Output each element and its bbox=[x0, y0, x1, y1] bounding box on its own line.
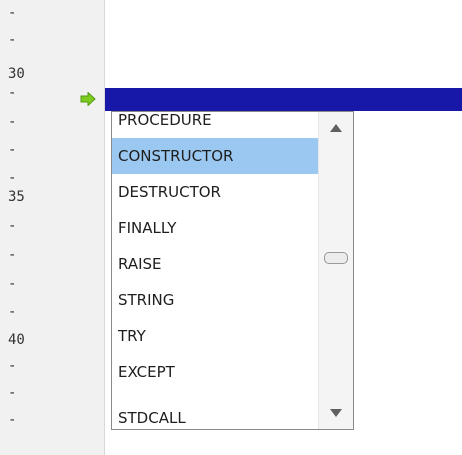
code-editor: - - 30 - - - - 35 - - - - 40 - - - PROCE… bbox=[0, 0, 462, 455]
gutter-marker: - bbox=[8, 412, 17, 428]
triangle-down-icon bbox=[330, 409, 342, 417]
completion-item-selected[interactable]: CONSTRUCTOR bbox=[112, 138, 318, 174]
triangle-up-icon bbox=[330, 124, 342, 132]
gutter-marker: - bbox=[8, 247, 17, 263]
gutter-marker: - bbox=[8, 114, 17, 130]
completion-item[interactable]: FINALLY bbox=[112, 210, 318, 246]
completion-item[interactable]: STDCALL bbox=[112, 400, 318, 429]
gutter-marker: - bbox=[8, 358, 17, 374]
gutter-marker: - bbox=[8, 5, 17, 21]
gutter-marker: - bbox=[8, 276, 17, 292]
scroll-up-button[interactable] bbox=[319, 112, 353, 142]
completion-item[interactable]: EXCEPT bbox=[112, 354, 318, 390]
line-number: 30 bbox=[8, 66, 25, 82]
line-number: 40 bbox=[8, 332, 25, 348]
scroll-down-button[interactable] bbox=[319, 399, 353, 429]
green-right-arrow-icon bbox=[80, 92, 96, 106]
line-number: 35 bbox=[8, 189, 25, 205]
completion-item[interactable]: STRING bbox=[112, 282, 318, 318]
completion-item[interactable]: DESTRUCTOR bbox=[112, 174, 318, 210]
gutter-marker: - bbox=[8, 385, 17, 401]
gutter-marker: - bbox=[8, 32, 17, 48]
gutter-marker: - bbox=[8, 170, 17, 186]
completion-item[interactable]: RAISE bbox=[112, 246, 318, 282]
completion-list[interactable]: PROCEDURE CONSTRUCTOR DESTRUCTOR FINALLY… bbox=[112, 112, 318, 429]
gutter-marker: - bbox=[8, 218, 17, 234]
gutter-marker: - bbox=[8, 304, 17, 320]
execution-line-highlight bbox=[105, 88, 462, 111]
completion-item[interactable]: PROCEDURE bbox=[112, 112, 318, 138]
completion-item[interactable]: TRY bbox=[112, 318, 318, 354]
completion-scrollbar[interactable] bbox=[318, 112, 353, 429]
gutter-marker: - bbox=[8, 142, 17, 158]
line-number-gutter: - - 30 - - - - 35 - - - - 40 - - - bbox=[0, 0, 105, 455]
gutter-marker: - bbox=[8, 85, 17, 101]
code-completion-popup[interactable]: PROCEDURE CONSTRUCTOR DESTRUCTOR FINALLY… bbox=[111, 111, 354, 430]
scroll-thumb[interactable] bbox=[324, 252, 348, 264]
